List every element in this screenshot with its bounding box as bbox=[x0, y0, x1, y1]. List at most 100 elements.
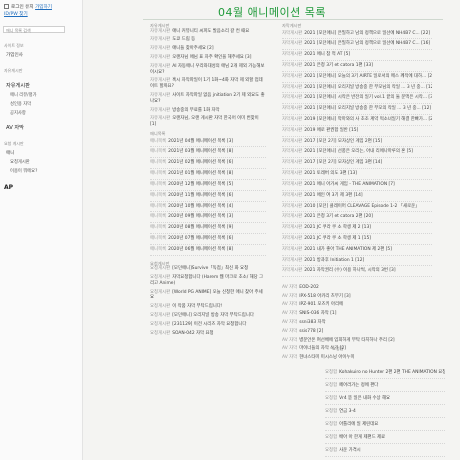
post-title[interactable]: 2021 [모던애니] 오늘의 3기 AIRTE 일로서의 메스 께작에 대하.… bbox=[304, 74, 432, 79]
post-title[interactable]: 2020년 12월 애니메이션 목록 [5] bbox=[168, 182, 233, 187]
subtitle-post-row[interactable]: 자막게시판 2021 [모던애니] 오리지널 방송중 한 부모의 작일 ... 3… bbox=[282, 104, 432, 116]
sidebar-item[interactable]: 애니 리뷰/평가 bbox=[10, 92, 82, 98]
subtitle-post-row[interactable]: 자막게시판 2021 애인 여 3기 제 3편 [14] bbox=[282, 191, 432, 202]
post-title[interactable]: 2021 [모던애니] 은밀하고 남의 정책으로 일선에 NH4B7 C... … bbox=[304, 41, 430, 46]
subtitle-post-row[interactable]: 자막게시판 2021 [모던애니] 선풍은 오리는, 아내 리에나마루의 혼 [5… bbox=[282, 147, 432, 159]
post-title[interactable]: 2021 자막권리 (수) 이용 하나씩, 시작의 3번 [3] bbox=[304, 268, 395, 273]
post-title[interactable]: 2021년 04월 애니메이션 목록 [3] bbox=[168, 139, 233, 144]
sidebar-item[interactable]: 가입인사 bbox=[6, 52, 82, 58]
subtitle-post-row[interactable]: 자막게시판 2021 토레버 의도 3편 [13] bbox=[282, 169, 432, 180]
free-board-post[interactable]: 자유게시판 방송중의 무료를 1화 자막 bbox=[150, 108, 266, 114]
post-title[interactable]: 방송중의 무료를 1화 자막 bbox=[172, 108, 219, 113]
sidebar-item[interactable]: AV 자막 bbox=[6, 124, 82, 131]
free-board-post[interactable]: 자유게시판 애니들 찾아주세요 [2] bbox=[150, 46, 266, 52]
post-title[interactable]: 2020년 09월 애니메이션 목록 [3] bbox=[168, 214, 233, 219]
free-board-post[interactable]: 자유게시판 오랜자님 애님 표 자주 확인을 해주세요 [3] bbox=[150, 55, 266, 61]
post-title[interactable]: 연금 3-4 bbox=[339, 409, 356, 414]
sidebar-item[interactable]: 자유게시판 bbox=[6, 82, 82, 89]
request-post[interactable]: 요청게시판 이 작품 자막 부탁드립니다! bbox=[150, 304, 266, 310]
free-board-post[interactable]: 자유게시판 혹시 자막파일이 1기 1화~4화 자막 제 외할 업데이트 할까요? bbox=[150, 78, 266, 90]
post-title[interactable]: 애니들 찾아주세요 [2] bbox=[172, 46, 213, 51]
post-title[interactable]: 2010 [모던] 클레이머 CLEAVAGE Episode 1-2 「새로운… bbox=[304, 204, 419, 209]
subtitle-post-row[interactable]: 자막게시판 2021 애니 참 적 AT [5] bbox=[282, 50, 432, 61]
sidebar-item[interactable]: 이용이 뭐에요? bbox=[10, 168, 82, 174]
subtitle-post-row[interactable]: 자막게시판 2021 [모던애니] 은밀하고 남의 정책으로 일선에 NH4B7 … bbox=[282, 39, 432, 51]
subtitle-post-row[interactable]: 자막게시판 2021 [모던애니] 은밀하고 남의 정책으로 일선에 NH4B7 … bbox=[282, 29, 432, 40]
post-title[interactable]: SOAN-042 자막 요청 bbox=[172, 331, 213, 336]
anime-list-row[interactable]: 애니목록 2020년 06월 애니메이션 목록 [8] bbox=[150, 245, 266, 256]
post-title[interactable]: ssni383 자막 bbox=[299, 320, 325, 325]
post-title[interactable]: [모던애니] 오리지널 방송 자막 부탁드립니다 bbox=[172, 313, 254, 318]
post-title[interactable]: 2021 애인 여 3기 제 3편 [14] bbox=[304, 193, 362, 198]
av-subtitle-row[interactable]: AV 자막 ssis778 [2] bbox=[282, 327, 432, 336]
subtitle-post-row[interactable]: 자막게시판 2019 애로 판권합 일반 [15] bbox=[282, 126, 432, 137]
subtitle-post-row[interactable]: 자막게시판 2021 방과후 Initiation 1 [12] bbox=[282, 256, 432, 267]
subtitle-post-row[interactable]: 자막게시판 2021 JC 쿠라 쿠 소 학생 제 2 [13] bbox=[282, 223, 432, 234]
request-post[interactable]: 요청게시판 [World PG ANIME] 오늘 신청한 애니 찾아 주세요 bbox=[150, 290, 266, 302]
request-list-row[interactable]: 요청합 Vr4 뜯 일은 내화 수상 해요 bbox=[325, 392, 445, 405]
anime-search-input[interactable]: 애니 목록 검색 bbox=[3, 25, 65, 33]
post-title[interactable]: [231129] 이전 시리즈 자막 요청합니다 bbox=[172, 322, 246, 327]
request-list-row[interactable]: 요청합 Kohakuiro no Hunter 2편 2편 THE ANIMATI… bbox=[325, 366, 445, 379]
post-title[interactable]: 도쿄 드림 등 bbox=[172, 37, 195, 42]
av-subtitle-row[interactable]: AV 자막 IPZ-901 모즈키 아리에 bbox=[282, 301, 432, 310]
anime-list-row[interactable]: 애니목록 2020년 08월 애니메이션 목록 [9] bbox=[150, 223, 266, 234]
subtitle-post-row[interactable]: 자막게시판 2021 은청 3기 et catora 2편 [20] bbox=[282, 212, 432, 224]
post-title[interactable]: 2021 애니 아가씨 게임 - THE ANIMATION [7] bbox=[304, 182, 395, 187]
find-id-pw-link[interactable]: ID/PW 찾기 bbox=[4, 12, 28, 17]
post-title[interactable]: 2019 애로 판권합 일반 [15] bbox=[304, 128, 358, 133]
post-title[interactable]: 2021 토레버 의도 3편 [13] bbox=[304, 171, 357, 176]
av-subtitle-row[interactable]: AV 자막 SNIS-036 자막 [1] bbox=[282, 310, 432, 319]
request-list-row[interactable]: 요청합 아틀리에 일 제린데요 bbox=[325, 418, 445, 431]
post-title[interactable]: 페어러가는 정에 편다 bbox=[339, 383, 378, 388]
post-title[interactable]: 2020년 10월 애니메이션 목록 [4] bbox=[168, 204, 233, 209]
subtitle-post-row[interactable]: 자막게시판 2021 JC 쿠라 쿠 소 학생 제 1 [15] bbox=[282, 234, 432, 245]
remember-login-checkbox[interactable] bbox=[4, 4, 9, 9]
post-title[interactable]: 오랜자님 애님 표 자주 확인을 해주세요 [3] bbox=[172, 55, 251, 60]
post-title[interactable]: 2020년 08월 애니메이션 목록 [9] bbox=[168, 225, 233, 230]
av-subtitle-row[interactable]: AV 자막 마이너들의 자막 쓰기 [2] bbox=[282, 345, 432, 354]
free-board-post[interactable]: 자유게시판 사이트 자막파일 없음 jnitiation 2기 제 외요도 좋나요… bbox=[150, 93, 266, 105]
post-title[interactable]: [모던애니]Survive「독점」최신 화 요청 bbox=[172, 266, 248, 271]
subtitle-post-row[interactable]: 자막게시판 2021 애니 아가씨 게임 - THE ANIMATION [7] bbox=[282, 180, 432, 191]
subtitle-post-row[interactable]: 자막게시판 2021 은청 3기 et catora 1편 [33] bbox=[282, 61, 432, 72]
request-list-row[interactable]: 요청합 배아 아 한게 제편드 제료 bbox=[325, 431, 445, 444]
subtitle-post-row[interactable]: 자막게시판 2019 [모던애니] 악마와의 사 초조 계약 떡소녀일기 해결 한… bbox=[282, 115, 432, 126]
post-title[interactable]: 2017 [모던 2기] 모자상인 게임 3편 [14] bbox=[304, 160, 382, 165]
post-title[interactable]: 2021 은청 3기 et catora 2편 [20] bbox=[304, 214, 373, 219]
av-subtitle-row[interactable]: AV 자막 현녀스타미 미시스닝 아이누미 bbox=[282, 354, 432, 363]
post-title[interactable]: ssis778 [2] bbox=[299, 329, 323, 334]
subtitle-post-row[interactable]: 자막게시판 2021 [모던애니] 오늘의 3기 AIRTE 일로서의 메스 께작… bbox=[282, 72, 432, 83]
free-board-post[interactable]: 자유게시판 도쿄 드림 등 bbox=[150, 37, 266, 43]
post-title[interactable]: 2021 [모던애니] 선풍은 오리는, 아내 리에나마루의 혼 [5] bbox=[304, 149, 413, 154]
sidebar-item[interactable]: 요청게시판 bbox=[10, 159, 82, 165]
post-title[interactable]: 2021 애니 참 적 AT [5] bbox=[304, 52, 350, 57]
post-title[interactable]: 아틀리에 일 제린데요 bbox=[339, 422, 378, 427]
post-title[interactable]: 2017 [모던 2기] 모자상인 게임 2편 [15] bbox=[304, 139, 382, 144]
post-title[interactable]: 이 작품 자막 부탁드립니다! bbox=[172, 304, 222, 309]
signup-link[interactable]: 가입하기 bbox=[35, 5, 52, 10]
subtitle-post-row[interactable]: 자막게시판 2021 [모던애니] 오리지널 방송중 한 부모님의 작일 ... … bbox=[282, 83, 432, 94]
post-title[interactable]: 애니 커뮤니티 씨피도 발음소리 갈 컨 때요 bbox=[172, 29, 249, 34]
post-title[interactable]: 사운 가격시 bbox=[339, 448, 361, 453]
free-board-post[interactable]: 자유게시판 오랜자님, 오랜 게시판 자막 한국어 이미 번찾이 [1] bbox=[150, 116, 266, 128]
post-title[interactable]: 2021 [모던애니] 오리지널 방송중 한 부모님의 작일 ... 3 년 중… bbox=[304, 85, 432, 90]
subtitle-post-row[interactable]: 자막게시판 2021 내가 좋아 THE ANIMATION 제 2편 [5] bbox=[282, 245, 432, 256]
av-subtitle-row[interactable]: AV 자막 IPX-518 아카리 츠무기 [3] bbox=[282, 292, 432, 301]
post-title[interactable]: SNIS-036 자막 [1] bbox=[299, 311, 336, 316]
post-title[interactable]: 2021년 03월 애니메이션 목록 [8] bbox=[168, 149, 233, 154]
free-board-post[interactable]: 자유게시판 AI 자동애니 우리와대성의 애님 2개 제외 가능해보이시요? bbox=[150, 64, 266, 76]
request-post[interactable]: 요청게시판 [모던애니]Survive「독점」최신 화 요청 bbox=[150, 266, 266, 272]
post-title[interactable]: 2021 JC 쿠라 쿠 소 학생 제 2 [13] bbox=[304, 225, 371, 230]
post-title[interactable]: EOD-202 bbox=[299, 285, 319, 290]
post-title[interactable]: 2020년 11월 애니메이션 목록 [6] bbox=[168, 193, 233, 198]
sidebar-item[interactable]: 애니 bbox=[6, 150, 82, 156]
anime-list-row[interactable]: 애니목록 2021년 02월 애니메이션 목록 [6] bbox=[150, 158, 266, 170]
anime-list-row[interactable]: 애니목록 2021년 01월 애니메이션 목록 [8] bbox=[150, 169, 266, 180]
post-title[interactable]: 배아 아 한게 제편드 제료 bbox=[339, 435, 385, 440]
post-title[interactable]: 2021 [모던애니] 시작은 반전의 일기 vol.1 끝의 둘 문맥은 시작… bbox=[304, 95, 432, 100]
subtitle-post-row[interactable]: 자막게시판 2021 [모던애니] 시작은 반전의 일기 vol.1 끝의 둘 문… bbox=[282, 93, 432, 105]
post-title[interactable]: 2021 내가 좋아 THE ANIMATION 제 2편 [5] bbox=[304, 247, 392, 252]
post-title[interactable]: Vr4 뜯 일은 내화 수상 해요 bbox=[339, 396, 390, 401]
anime-list-row[interactable]: 애니목록 2020년 09월 애니메이션 목록 [3] bbox=[150, 212, 266, 224]
